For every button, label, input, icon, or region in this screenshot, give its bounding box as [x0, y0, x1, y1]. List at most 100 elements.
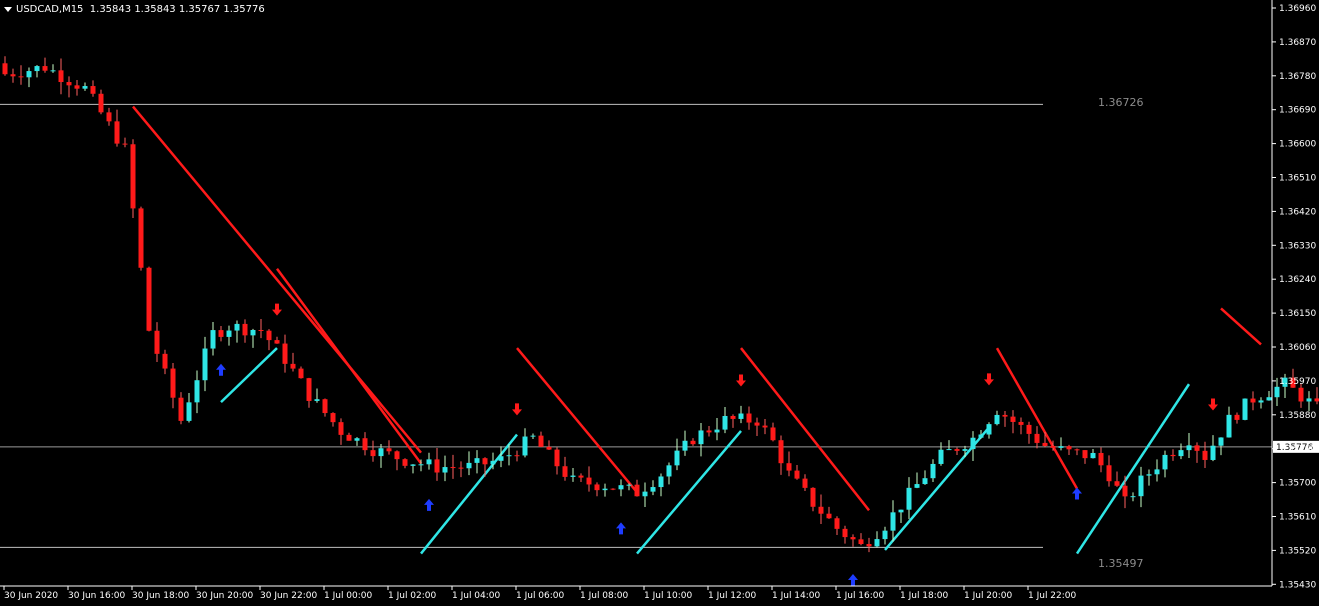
candle-body: [1082, 450, 1088, 459]
candle-body: [58, 70, 64, 83]
candle-body: [1274, 386, 1280, 398]
candle-body: [986, 424, 992, 435]
price-tick-label: 1.36780: [1279, 72, 1316, 82]
candle-body: [418, 464, 424, 466]
time-tick-label: 1 Jul 16:00: [836, 591, 885, 601]
time-tick-label: 1 Jul 08:00: [580, 591, 629, 601]
candle-body: [162, 353, 168, 369]
candle-body: [602, 488, 608, 491]
time-tick-label: 30 Jun 2020: [4, 591, 58, 601]
candle-body: [1098, 452, 1104, 466]
candle-body: [578, 475, 584, 478]
candle-body: [1250, 398, 1256, 403]
candle-body: [658, 476, 664, 488]
candle-body: [1066, 446, 1072, 450]
candle-body: [810, 487, 816, 507]
candle-body: [1154, 469, 1160, 475]
time-tick-label: 1 Jul 10:00: [644, 591, 693, 601]
candle-body: [530, 435, 536, 437]
candle-body: [906, 487, 912, 510]
candle-body: [1266, 397, 1272, 401]
candle-body: [370, 450, 376, 457]
candle-body: [1146, 474, 1152, 476]
candle-body: [738, 413, 744, 419]
candle-body: [178, 397, 184, 421]
price-tick-label: 1.36510: [1279, 174, 1316, 184]
candle-body: [1050, 445, 1056, 448]
candle-body: [594, 484, 600, 491]
candle-body: [930, 463, 936, 479]
candle-body: [1026, 424, 1032, 434]
candle-body: [898, 509, 904, 513]
candle-body: [802, 478, 808, 488]
candle-body: [1170, 454, 1176, 457]
candle-body: [682, 440, 688, 451]
candle-body: [562, 466, 568, 477]
candle-body: [1186, 445, 1192, 451]
buy-arrow-icon: [1072, 487, 1082, 500]
candle-body: [442, 467, 448, 473]
price-tick-label: 1.35880: [1279, 411, 1316, 421]
price-tick-label: 1.36420: [1279, 207, 1316, 217]
candle-body: [1202, 450, 1208, 460]
price-tick-label: 1.35520: [1279, 546, 1316, 556]
candle-body: [754, 422, 760, 426]
time-tick-label: 1 Jul 06:00: [516, 591, 565, 601]
chart-window[interactable]: 1.35776 1.36960 1.36870 1.36780 1.36690 1.36…: [0, 0, 1319, 606]
candle-body: [1226, 414, 1232, 438]
candle-body: [714, 429, 720, 433]
candle-body: [146, 267, 152, 331]
candle-body: [706, 430, 712, 433]
candle-body: [850, 537, 856, 540]
candle-body: [1034, 433, 1040, 443]
price-tick-label: 1.36960: [1279, 4, 1316, 14]
candle-body: [730, 415, 736, 419]
candle-body: [394, 451, 400, 460]
candle-body: [786, 463, 792, 471]
price-tick-label: 1.35790: [1279, 445, 1316, 455]
buy-arrow-icon: [216, 363, 226, 376]
candle-body: [722, 415, 728, 430]
candle-body: [138, 208, 144, 268]
time-tick-label: 1 Jul 04:00: [452, 591, 501, 601]
candle-body: [346, 434, 352, 441]
price-tick-label: 1.36150: [1279, 309, 1316, 319]
candle-body: [42, 66, 48, 71]
candle-body: [1178, 450, 1184, 457]
bull-trendline: [1075, 383, 1191, 555]
candle-body: [290, 363, 296, 369]
candle-body: [842, 528, 848, 538]
candle-body: [642, 491, 648, 497]
candle-body: [762, 425, 768, 428]
candle-body: [946, 449, 952, 451]
candle-body: [202, 348, 208, 381]
dropdown-triangle-icon[interactable]: [4, 6, 12, 12]
candle-body: [1298, 387, 1304, 402]
candle-body: [914, 484, 920, 488]
sell-arrow-icon: [512, 403, 522, 416]
candle-body: [210, 330, 216, 349]
candle-body: [826, 513, 832, 519]
candle-body: [362, 438, 368, 451]
candle-body: [1210, 445, 1216, 460]
candle-body: [970, 437, 976, 450]
chart-canvas[interactable]: 1.35776 1.369601.368701.367801.366901.36…: [0, 0, 1319, 606]
candle-body: [778, 440, 784, 464]
candle-body: [538, 435, 544, 447]
candle-body: [26, 71, 32, 78]
symbol-header: USDCAD,M15 1.35843 1.35843 1.35767 1.357…: [4, 4, 265, 15]
upper-level-label: 1.36726: [1098, 96, 1144, 109]
candle-body: [258, 329, 264, 331]
price-tick-label: 1.35610: [1279, 513, 1316, 523]
candle-body: [122, 143, 128, 145]
candle-body: [298, 368, 304, 379]
candle-body: [410, 464, 416, 466]
candle-body: [554, 449, 560, 467]
candle-body: [874, 539, 880, 547]
buy-arrow-icon: [424, 498, 434, 511]
price-tick-label: 1.36600: [1279, 140, 1316, 150]
sell-arrow-icon: [736, 374, 746, 387]
buy-arrow-icon: [616, 522, 626, 535]
time-tick-label: 1 Jul 20:00: [964, 591, 1013, 601]
price-tick-label: 1.35970: [1279, 377, 1316, 387]
